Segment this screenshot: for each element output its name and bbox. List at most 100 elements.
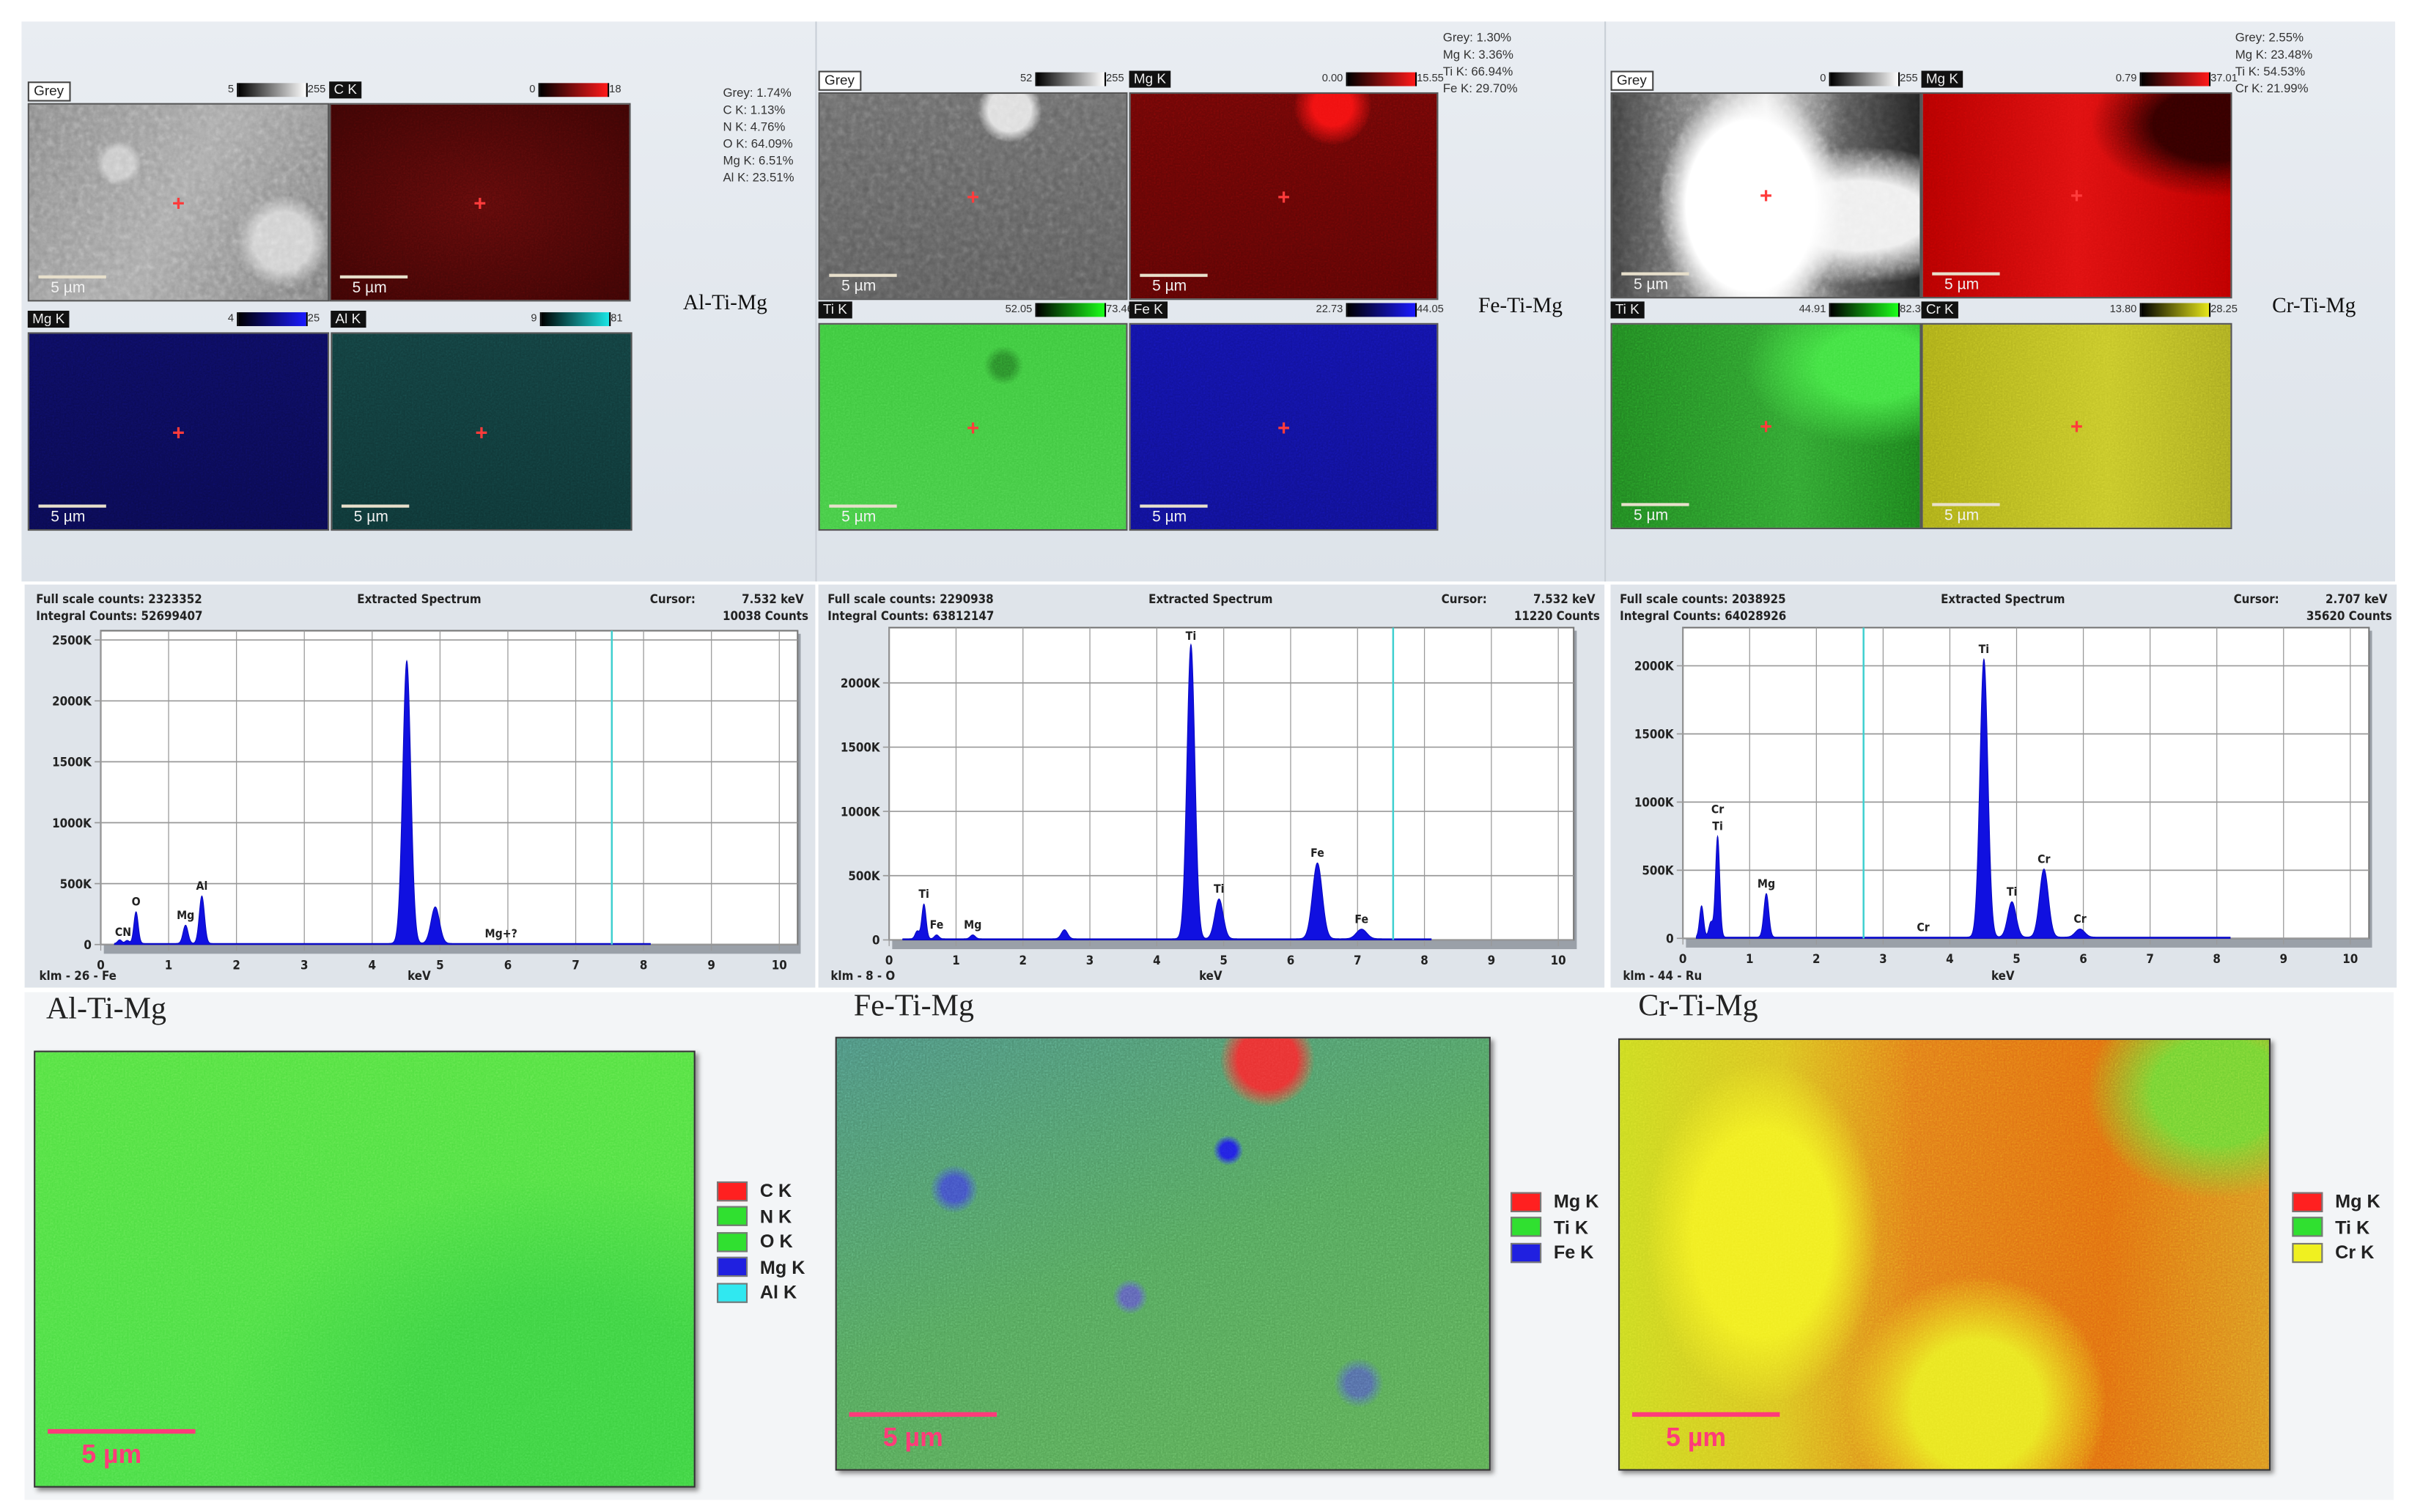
peak-label: Cr (1711, 802, 1724, 816)
element-marker-label: klm - 44 - Ru (1623, 968, 1702, 983)
scale-bar (829, 504, 897, 508)
noise-texture (1620, 1039, 2269, 1469)
legend-swatch (1511, 1192, 1542, 1212)
spectrum-title: Extracted Spectrum (357, 591, 481, 606)
legend-label: Ti K (2335, 1216, 2370, 1239)
legend-item: Ti K (1511, 1214, 1598, 1240)
composition-list: Grey: 1.30% Mg K: 3.36% Ti K: 66.94% Fe K: … (1443, 29, 1518, 97)
map-label-grey: Grey (27, 81, 70, 102)
legend-label: Cr K (2335, 1242, 2375, 1264)
crosshair-icon: + (172, 418, 185, 444)
map-label-ti-k: Ti K (1610, 301, 1645, 319)
cursor-label: Cursor: (1442, 591, 1487, 606)
scale-bar (339, 275, 408, 279)
legend-label: Al K (759, 1281, 797, 1304)
scale-bar (38, 504, 106, 508)
scale-bar-label: 5 µm (841, 278, 877, 295)
eds-map-fe-k: +5 µm (1129, 322, 1439, 531)
colorbar-fe-k (1346, 303, 1417, 317)
scale-bar (48, 1428, 196, 1434)
y-tick-label: 0 (1666, 932, 1674, 946)
scale-bar (1932, 272, 2000, 276)
colorbar-min: 13.80 (2109, 304, 2137, 316)
scale-bar-label: 5 µm (1944, 276, 1980, 294)
colorbar-mg-k (237, 312, 308, 326)
eds-map-grey: +5 µm (27, 103, 330, 302)
cursor-counts: 35620 Counts (2306, 608, 2392, 623)
crosshair-icon: + (1759, 413, 1773, 439)
composition-item: O K: 64.09% (723, 136, 793, 151)
spectrum-fe-ti-mg: Full scale counts: 2290938 Integral Count… (818, 584, 1605, 988)
legend-item: Ti K (2292, 1214, 2380, 1240)
eds-panel-cr-ti-mg: Grey 0 255 +5 µm Mg K 0.79 37.01 +5 µm Ti K 44.91… (1604, 21, 2395, 582)
plot-area (100, 630, 799, 945)
colorbar-max: 44.05 (1417, 304, 1444, 316)
colorbar-max: 15.55 (1417, 73, 1444, 85)
cursor-label: Cursor: (2234, 591, 2279, 606)
x-axis-label: keV (1991, 968, 2015, 983)
scale-bar-label: 5 µm (352, 279, 387, 298)
map-label-al-k: Al K (331, 310, 366, 328)
colorbar-max: 25 (307, 314, 320, 325)
scale-bar (1932, 503, 2000, 506)
overlay-legend: Mg K Ti K Cr K (2292, 1189, 2380, 1265)
composition-item: N K: 4.76% (723, 119, 786, 134)
integral-counts: Integral Counts: 52699407 (36, 608, 202, 623)
legend-item: Fe K (1511, 1240, 1598, 1266)
legend-swatch (717, 1282, 748, 1303)
colorbar-max: 37.01 (2210, 73, 2238, 85)
overlay-map-fe-ti-mg: 5 µm (835, 1036, 1491, 1471)
scale-bar-label: 5 µm (353, 509, 388, 526)
cursor-counts: 11220 Counts (1514, 608, 1600, 623)
eds-map-ti-k: +5 µm (1610, 322, 1922, 530)
legend-label: Fe K (1553, 1242, 1594, 1264)
x-tick-label: 10 (772, 957, 787, 972)
y-tick-label: 2500K (52, 633, 92, 647)
legend-item: O K (717, 1229, 805, 1255)
eds-map-grey: +5 µm (818, 92, 1128, 300)
x-tick-label: 4 (369, 957, 377, 972)
peak-label: Cr (2037, 852, 2050, 866)
composition-list: Grey: 1.74% C K: 1.13% N K: 4.76% O K: 64.0… (723, 84, 794, 186)
x-tick-label: 5 (436, 957, 444, 972)
spectrum-al-ti-mg: Full scale counts: 2323352 Integral Count… (24, 584, 816, 988)
x-tick-label: 10 (1551, 953, 1566, 967)
y-tick-label: 2000K (841, 676, 881, 690)
overlay-title: Al-Ti-Mg (45, 992, 167, 1026)
peak-label: Ti (1186, 629, 1197, 643)
composition-item: Mg K: 23.48% (2235, 48, 2313, 62)
spectrum-chart: Full scale counts: 2323352 Integral Count… (36, 591, 808, 983)
colorbar-cr-k (2139, 303, 2211, 317)
x-tick-label: 4 (1153, 953, 1161, 967)
legend-swatch (717, 1181, 748, 1201)
composition-item: Mg K: 3.36% (1442, 48, 1513, 62)
peak-label: CN (115, 925, 131, 939)
x-tick-label: 1 (165, 957, 173, 972)
scale-bar (1140, 504, 1208, 508)
sample-title: Al-Ti-Mg (682, 292, 767, 316)
colorbar-mg-k (1346, 72, 1417, 86)
legend-swatch (2292, 1192, 2323, 1212)
scale-bar-label: 5 µm (81, 1439, 142, 1469)
peak-label: Ti (918, 887, 929, 901)
scale-bar-label: 5 µm (1152, 278, 1187, 295)
crosshair-icon: + (966, 414, 980, 440)
colorbar-min: 5 (227, 84, 235, 96)
legend-label: O K (759, 1231, 793, 1253)
legend-label: C K (759, 1180, 792, 1202)
crosshair-icon: + (172, 190, 185, 215)
x-tick-label: 7 (2146, 951, 2154, 966)
peak-label: Mg+? (485, 926, 517, 940)
colorbar-min: 0.00 (1321, 73, 1343, 85)
scale-bar-label: 5 µm (51, 279, 86, 298)
map-label-cr-k: Cr K (1921, 301, 1958, 319)
map-label-ti-k: Ti K (818, 301, 852, 319)
colorbar-al-k (539, 312, 611, 326)
scale-bar (341, 504, 410, 508)
legend-swatch (2292, 1217, 2323, 1238)
composition-item: Grey: 1.30% (1442, 30, 1512, 45)
y-tick-label: 500K (1642, 863, 1675, 878)
overlay-title: Fe-Ti-Mg (853, 989, 974, 1023)
map-label-grey: Grey (818, 70, 861, 91)
x-tick-label: 9 (2279, 951, 2287, 966)
